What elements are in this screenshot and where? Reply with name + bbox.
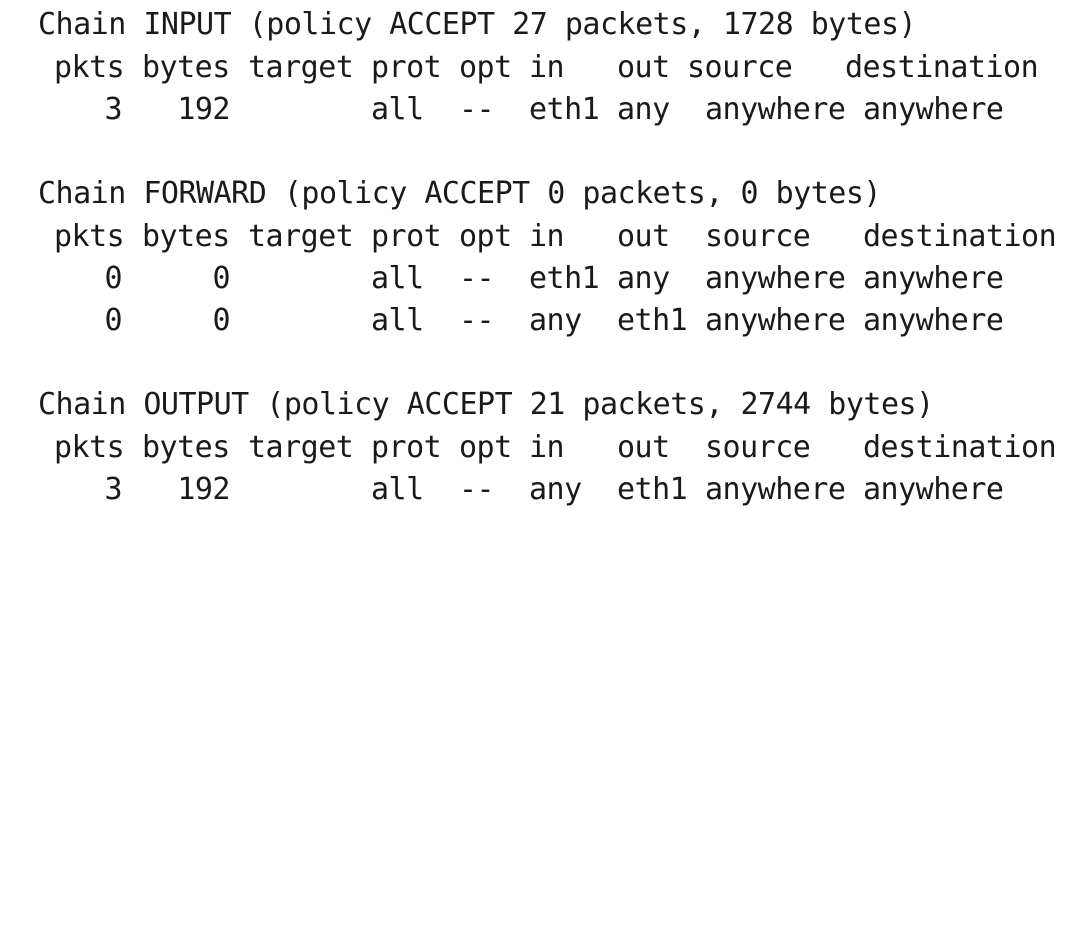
header-prot: prot xyxy=(371,219,442,254)
cell-opt: -- xyxy=(459,261,495,296)
cell-pkts: 3 xyxy=(104,472,122,507)
cell-opt: -- xyxy=(459,92,495,127)
header-destination: destination xyxy=(863,430,1057,465)
cell-prot: all xyxy=(371,472,424,507)
column-header-row: pkts bytes target prot opt in out source… xyxy=(38,47,1068,89)
cell-bytes: 0 xyxy=(212,261,230,296)
header-prot: prot xyxy=(371,430,442,465)
chain-title: Chain FORWARD (policy ACCEPT 0 packets, … xyxy=(38,176,881,211)
header-pkts: pkts xyxy=(54,50,125,85)
cell-source: anywhere xyxy=(705,261,846,296)
header-pkts: pkts xyxy=(54,430,125,465)
cell-out: eth1 xyxy=(617,472,688,507)
cell-prot: all xyxy=(371,92,424,127)
cell-out: any xyxy=(617,261,670,296)
header-target: target xyxy=(248,219,354,254)
header-destination: destination xyxy=(863,219,1057,254)
table-row: 3 192 all -- eth1 any anywhere anywhere xyxy=(38,89,1068,131)
cell-bytes: 192 xyxy=(177,472,230,507)
cell-destination: anywhere xyxy=(863,303,1004,338)
cell-pkts: 3 xyxy=(104,92,122,127)
header-source: source xyxy=(705,219,811,254)
cell-in: eth1 xyxy=(529,92,600,127)
cell-source: anywhere xyxy=(705,472,846,507)
header-in: in xyxy=(529,219,565,254)
cell-prot: all xyxy=(371,261,424,296)
cell-destination: anywhere xyxy=(863,92,1004,127)
cell-source: anywhere xyxy=(705,92,846,127)
header-bytes: bytes xyxy=(142,430,230,465)
header-bytes: bytes xyxy=(142,50,230,85)
cell-out: any xyxy=(617,92,670,127)
column-header-row: pkts bytes target prot opt in out source… xyxy=(38,427,1068,469)
cell-bytes: 192 xyxy=(177,92,230,127)
header-out: out xyxy=(617,430,670,465)
cell-prot: all xyxy=(371,303,424,338)
cell-pkts: 0 xyxy=(104,261,122,296)
header-in: in xyxy=(529,50,565,85)
header-prot: prot xyxy=(371,50,442,85)
chain-title: Chain INPUT (policy ACCEPT 27 packets, 1… xyxy=(38,7,917,42)
cell-source: anywhere xyxy=(705,303,846,338)
header-opt: opt xyxy=(459,50,512,85)
header-out: out xyxy=(617,50,670,85)
cell-bytes: 0 xyxy=(212,303,230,338)
table-row: 3 192 all -- any eth1 anywhere anywhere xyxy=(38,469,1068,511)
cell-pkts: 0 xyxy=(104,303,122,338)
chain-title: Chain OUTPUT (policy ACCEPT 21 packets, … xyxy=(38,387,934,422)
table-row: 0 0 all -- eth1 any anywhere anywhere xyxy=(38,258,1068,300)
cell-out: eth1 xyxy=(617,303,688,338)
cell-destination: anywhere xyxy=(863,472,1004,507)
header-opt: opt xyxy=(459,219,512,254)
terminal-output: Chain INPUT (policy ACCEPT 27 packets, 1… xyxy=(38,0,1068,528)
header-source: source xyxy=(687,50,793,85)
cell-destination: anywhere xyxy=(863,261,1004,296)
header-in: in xyxy=(529,430,565,465)
header-destination: destination xyxy=(845,50,1039,85)
cell-opt: -- xyxy=(459,303,495,338)
column-header-row: pkts bytes target prot opt in out source… xyxy=(38,216,1068,258)
header-bytes: bytes xyxy=(142,219,230,254)
header-source: source xyxy=(705,430,811,465)
cell-in: eth1 xyxy=(529,261,600,296)
header-target: target xyxy=(248,430,354,465)
header-target: target xyxy=(248,50,354,85)
table-row: 0 0 all -- any eth1 anywhere anywhere xyxy=(38,300,1068,342)
cell-in: any xyxy=(529,303,582,338)
cell-opt: -- xyxy=(459,472,495,507)
header-pkts: pkts xyxy=(54,219,125,254)
cell-in: any xyxy=(529,472,582,507)
header-opt: opt xyxy=(459,430,512,465)
header-out: out xyxy=(617,219,670,254)
